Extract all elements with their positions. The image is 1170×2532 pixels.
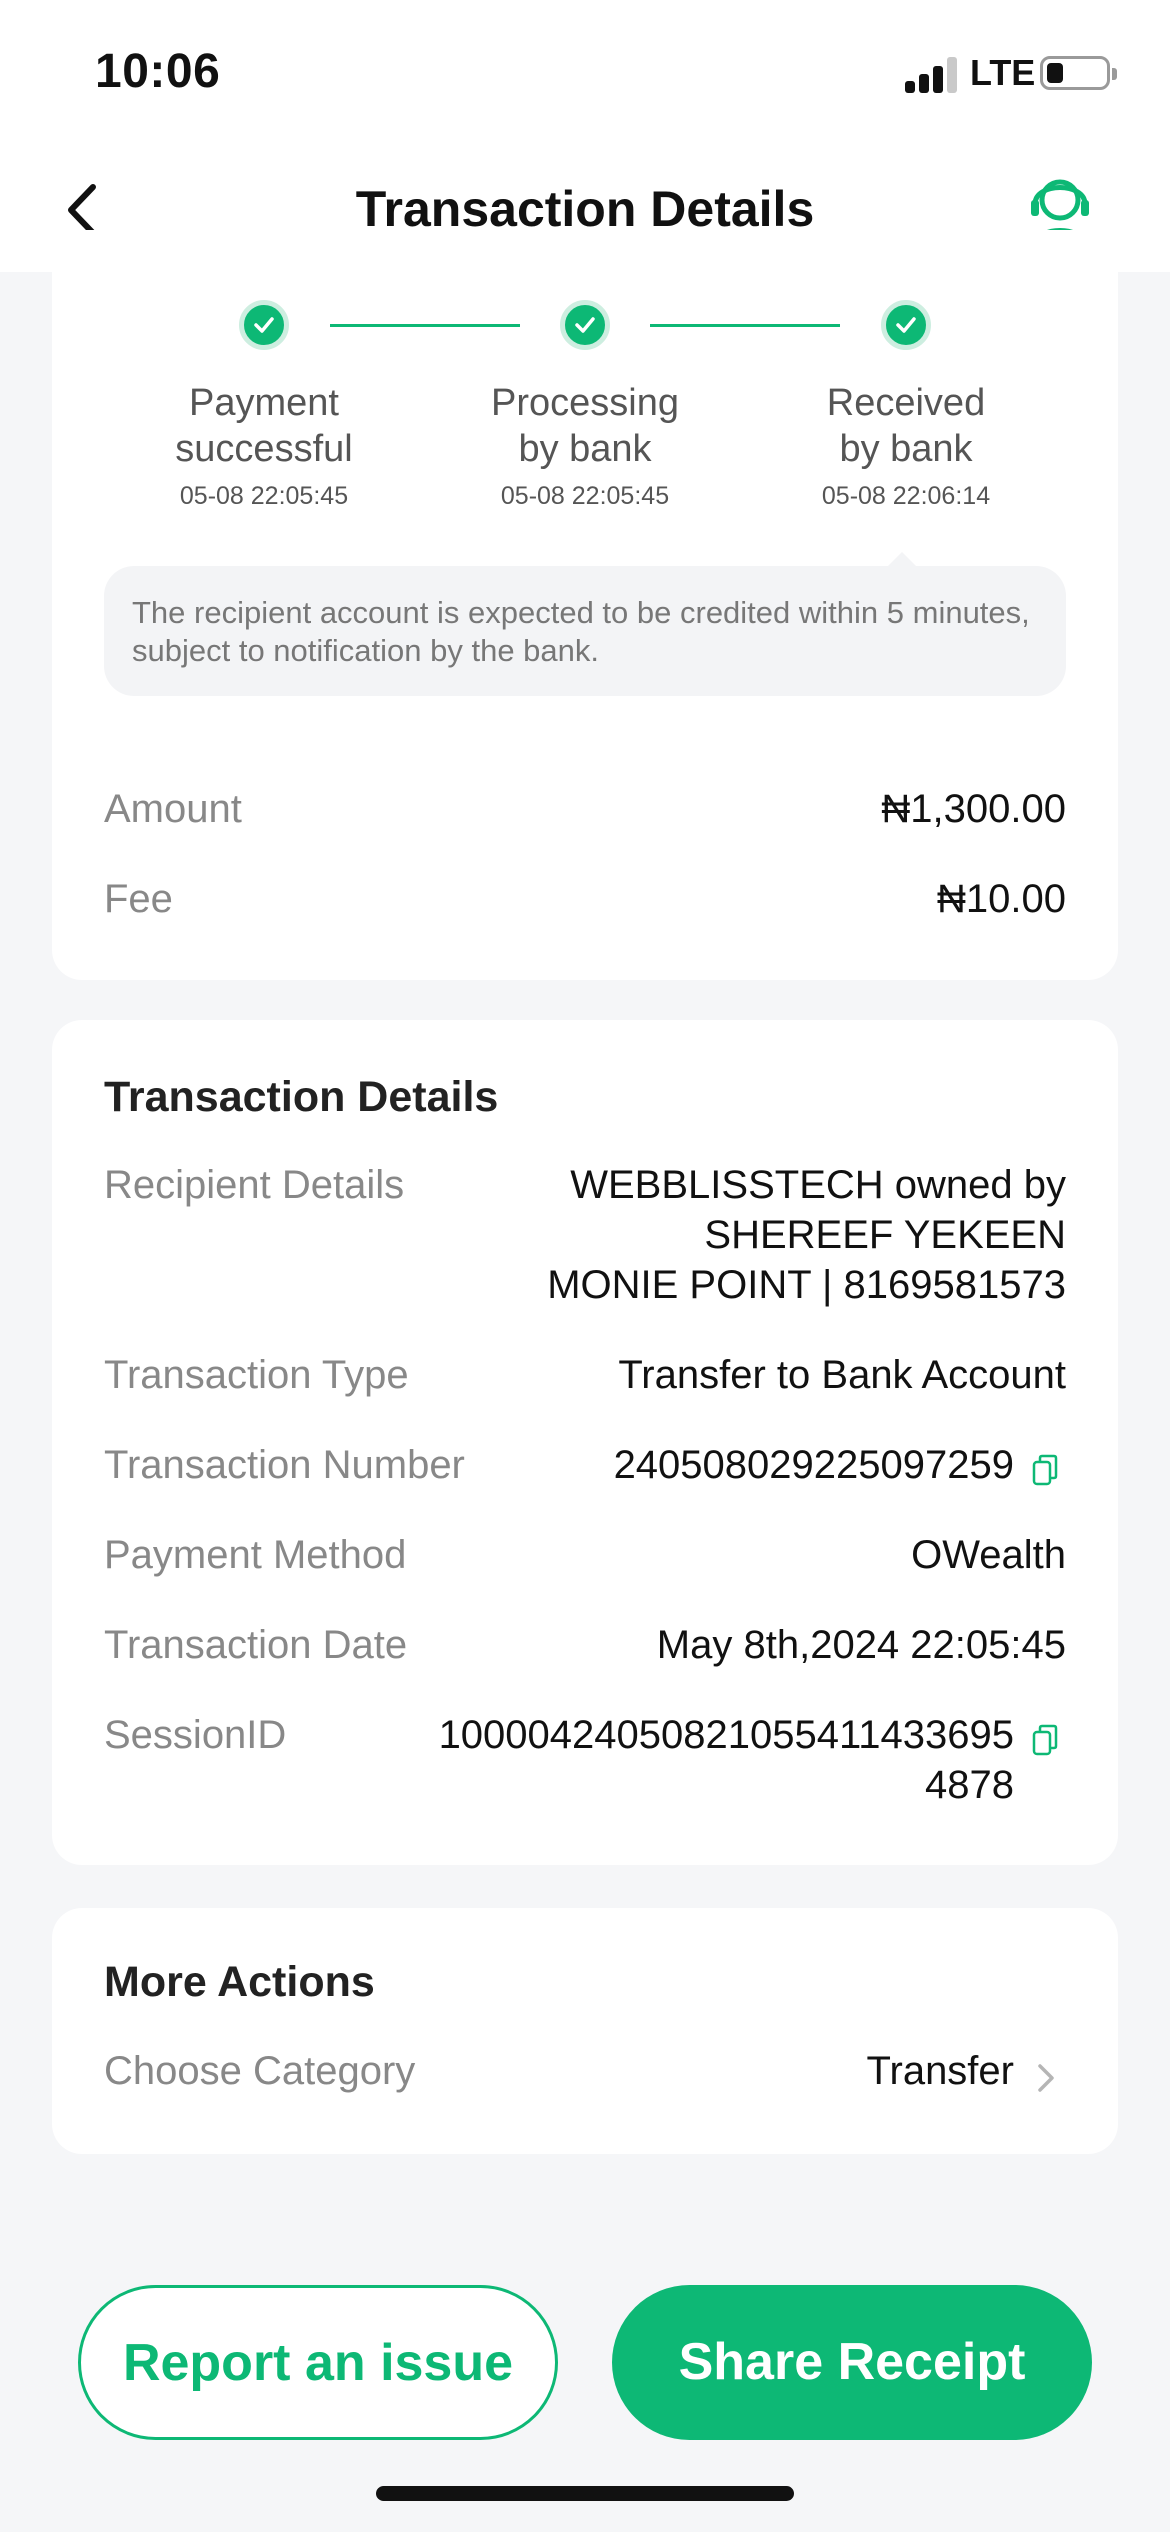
network-label: LTE (970, 52, 1036, 93)
chevron-right-icon (1038, 2064, 1054, 2092)
transaction-number-value: 240508029225097259 (613, 1443, 1014, 1487)
transaction-type-value: Transfer to Bank Account (618, 1353, 1066, 1397)
recipient-label: Recipient Details (104, 1163, 405, 1207)
step-label: Processing by bank (491, 382, 679, 470)
details-section-title: Transaction Details (104, 1073, 499, 1121)
session-id-value: 100004240508210554114336​95 (438, 1713, 1014, 1757)
session-id-value-cont: 4878 (925, 1763, 1014, 1807)
transaction-status-card: Payment successful 05-08 22:05:45 Proces… (52, 230, 1118, 980)
check-icon (239, 300, 289, 350)
step-time: 05-08 22:05:45 (179, 482, 349, 510)
transaction-date-label: Transaction Date (104, 1623, 408, 1667)
payment-method-label: Payment Method (104, 1533, 407, 1577)
fee-label: Fee (104, 877, 173, 921)
report-issue-button[interactable]: Report an issue (78, 2285, 558, 2440)
recipient-row: Recipient Details WEBBLISSTECH owned by … (104, 1160, 1066, 1310)
step-time: 05-08 22:05:45 (500, 482, 670, 510)
step-label: Received by bank (826, 382, 986, 470)
fee-value: ₦10.00 (937, 877, 1066, 921)
choose-category-label: Choose Category (104, 2049, 416, 2093)
status-time: 10:06 (95, 45, 221, 98)
category-value: Transfer (866, 2049, 1014, 2093)
transaction-number-label: Transaction Number (104, 1443, 465, 1487)
payment-method-value: OWealth (911, 1533, 1066, 1577)
step-label: Payment successful (175, 382, 353, 470)
credit-notice: The recipient account is expected to be … (104, 566, 1066, 696)
copy-icon[interactable] (1032, 1724, 1058, 1756)
amount-value: ₦1,300.00 (881, 787, 1066, 831)
transaction-date-value: May 8th,2024 22:05:45 (656, 1623, 1066, 1667)
home-indicator (376, 2486, 794, 2501)
amount-label: Amount (104, 787, 242, 831)
recipient-bank-account: MONIE POINT | 8169581573 (547, 1263, 1066, 1307)
copy-icon[interactable] (1032, 1454, 1058, 1486)
session-id-row: SessionID 100004240508210554114336​95 48… (104, 1710, 1066, 1810)
check-icon (560, 300, 610, 350)
battery-icon (1040, 56, 1117, 90)
progress-connector (650, 324, 840, 327)
transaction-type-label: Transaction Type (104, 1353, 409, 1397)
more-actions-card: More Actions Choose Category Transfer (52, 1908, 1118, 2154)
progress-connector (330, 324, 520, 327)
transaction-details-card: Transaction Details Recipient Details WE… (52, 1020, 1118, 1865)
step-time: 05-08 22:06:14 (821, 482, 991, 510)
session-id-label: SessionID (104, 1713, 287, 1757)
check-icon (881, 300, 931, 350)
status-bar: 10:06 LTE (0, 0, 1170, 150)
more-actions-title: More Actions (104, 1958, 375, 2006)
recipient-name: WEBBLISSTECH owned by (570, 1163, 1066, 1207)
recipient-owner: SHEREEF YEKEEN (704, 1213, 1066, 1257)
signal-icon (905, 55, 961, 93)
share-receipt-button[interactable]: Share Receipt (612, 2285, 1092, 2440)
